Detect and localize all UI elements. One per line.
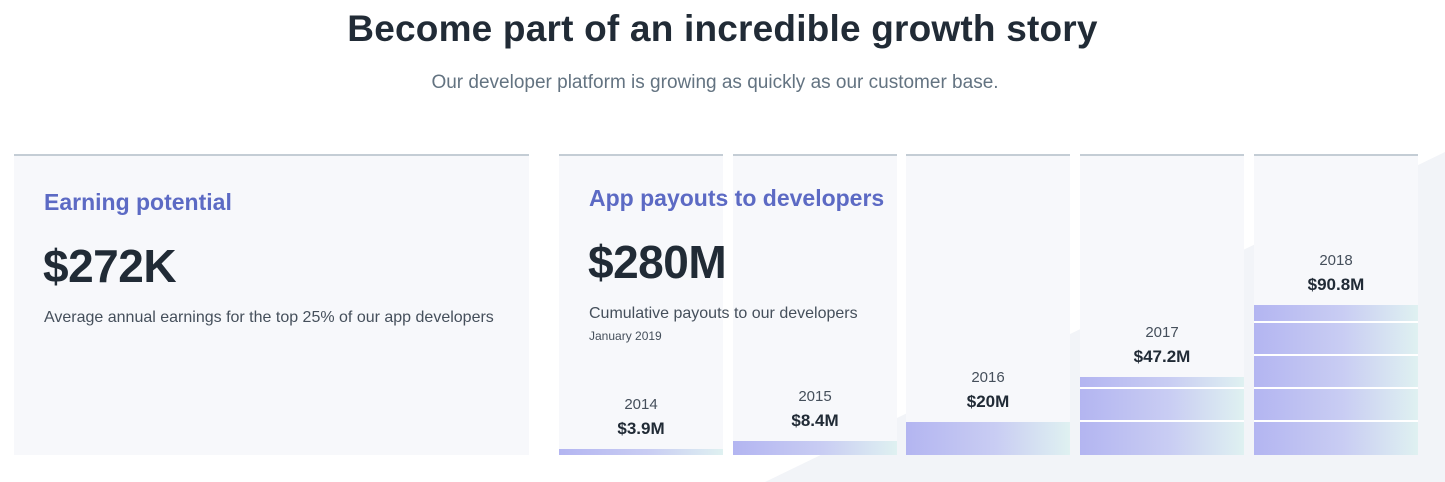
earning-description: Average annual earnings for the top 25% … bbox=[44, 309, 494, 326]
payout-bar-2018 bbox=[1254, 305, 1418, 455]
payout-bar-2014 bbox=[559, 448, 723, 455]
bar-segment-divider bbox=[1254, 419, 1418, 422]
payout-year-label: 2018 bbox=[1319, 252, 1353, 269]
payout-value-label: $3.9M bbox=[617, 418, 665, 438]
payout-value-label: $20M bbox=[966, 391, 1010, 411]
payouts-title: App payouts to developers bbox=[589, 185, 885, 211]
payouts-value: $280M bbox=[588, 236, 727, 288]
payout-bar-2015 bbox=[733, 441, 897, 455]
section-title: Become part of an incredible growth stor… bbox=[347, 8, 1098, 49]
payout-bar-2016 bbox=[906, 421, 1070, 455]
bar-segment-divider bbox=[1080, 386, 1244, 389]
earning-title: Earning potential bbox=[44, 189, 232, 215]
payout-value-label: $8.4M bbox=[791, 411, 839, 431]
payouts-card: App payouts to developers $280M Cumulati… bbox=[559, 154, 899, 354]
payout-year-label: 2016 bbox=[971, 368, 1005, 386]
bar-segment-divider bbox=[1080, 419, 1244, 422]
bar-segment-divider bbox=[1254, 353, 1418, 356]
payout-year-label: 2014 bbox=[624, 395, 658, 413]
payouts-description: Cumulative payouts to our developers bbox=[589, 305, 858, 322]
payout-column-2016: 2016 $20M bbox=[906, 154, 1070, 455]
earning-potential-card: Earning potential $272K Average annual e… bbox=[14, 154, 529, 455]
payout-year-label: 2015 bbox=[798, 388, 832, 406]
payout-column-2017: 2017 $47.2M bbox=[1080, 154, 1244, 455]
payouts-date: January 2019 bbox=[589, 329, 662, 343]
section-subtitle: Our developer platform is growing as qui… bbox=[431, 72, 999, 93]
growth-section: Become part of an incredible growth stor… bbox=[0, 0, 1445, 482]
bar-segment-divider bbox=[1254, 320, 1418, 323]
payout-column-2018: 2018 $90.8M bbox=[1254, 154, 1418, 455]
earning-value: $272K bbox=[43, 240, 177, 292]
payout-value-label: $90.8M bbox=[1307, 275, 1365, 294]
payout-year-label: 2017 bbox=[1145, 324, 1179, 342]
payout-value-label: $47.2M bbox=[1133, 347, 1191, 367]
bar-segment-divider bbox=[1254, 386, 1418, 389]
